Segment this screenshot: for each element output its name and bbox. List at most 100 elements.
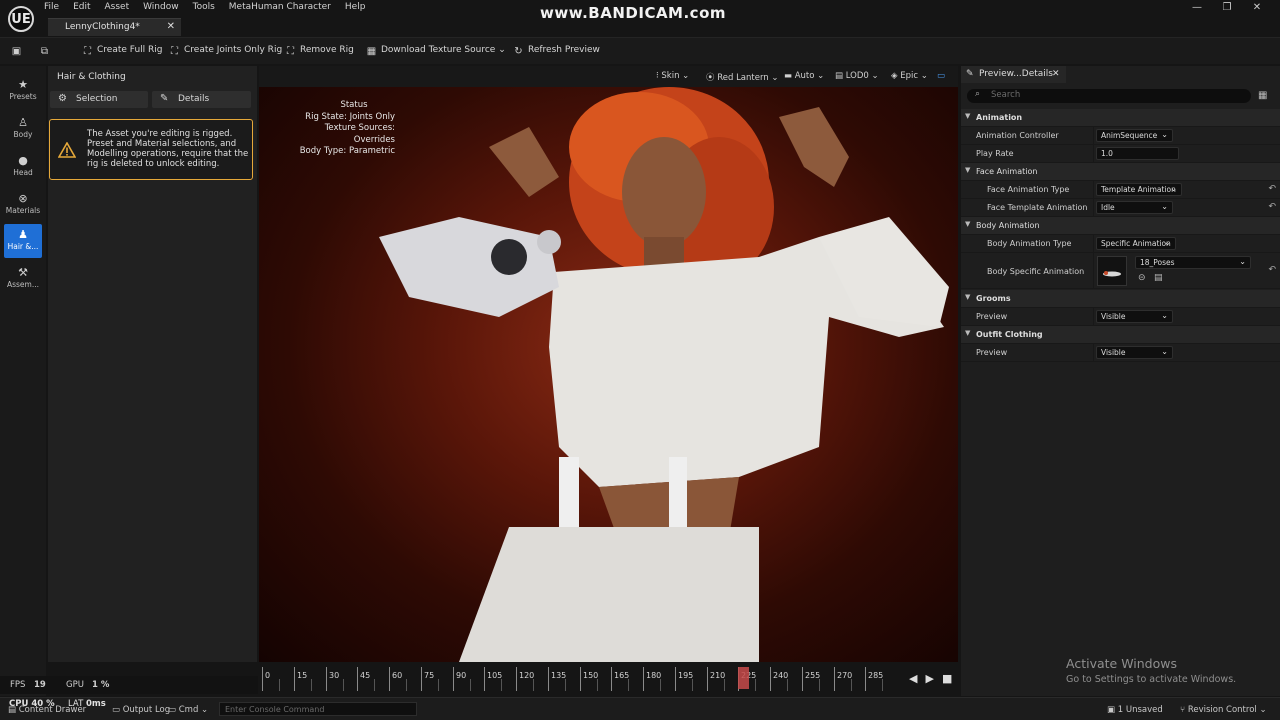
rail-label-body: Body bbox=[13, 130, 33, 139]
close-window-icon[interactable]: ✕ bbox=[1242, 0, 1272, 16]
timeline-playhead[interactable] bbox=[738, 667, 749, 689]
timeline-tick-label: 255 bbox=[805, 671, 821, 680]
menu-edit[interactable]: Edit bbox=[73, 2, 90, 12]
play-reverse-icon[interactable]: ◀ bbox=[909, 672, 917, 685]
section-grooms[interactable]: ▼ Grooms bbox=[961, 290, 1280, 308]
animation-controller-dropdown[interactable]: AnimSequence ⌄ bbox=[1096, 129, 1173, 142]
cmd-dropdown[interactable]: ▭ Cmd ⌄ bbox=[168, 705, 208, 715]
face-template-animation-dropdown[interactable]: Idle ⌄ bbox=[1096, 201, 1173, 214]
hair-clothing-icon: ♟ bbox=[18, 228, 28, 241]
chevron-down-icon: ⌄ bbox=[1170, 184, 1177, 193]
section-animation-label: Animation bbox=[976, 113, 1023, 122]
chevron-down-icon: ⌄ bbox=[1161, 202, 1168, 211]
main-menu: File Edit Asset Window Tools MetaHuman C… bbox=[44, 2, 379, 12]
texture-sources-text: Texture Sources: Overrides bbox=[324, 123, 395, 145]
rail-item-head[interactable]: ● Head bbox=[4, 150, 42, 184]
close-tab-icon[interactable]: ✕ bbox=[167, 21, 175, 32]
view-options-icon[interactable]: ▦ bbox=[1258, 90, 1270, 102]
reset-icon[interactable]: ↶ bbox=[1268, 202, 1276, 212]
search-icon: ⌕ bbox=[975, 89, 981, 99]
skin-dropdown[interactable]: ⁝ Skin ⌄ bbox=[656, 71, 689, 81]
activate-windows-title: Activate Windows bbox=[1066, 656, 1177, 671]
rail-item-presets[interactable]: ★ Presets bbox=[4, 74, 42, 108]
timeline-tick-label: 0 bbox=[265, 671, 271, 680]
browse-asset-icon[interactable]: ▤ bbox=[1154, 273, 1163, 283]
section-outfit-clothing[interactable]: ▼ Outfit Clothing bbox=[961, 326, 1280, 344]
timeline-tick: 60 bbox=[389, 667, 407, 691]
console-input[interactable]: Enter Console Command bbox=[219, 702, 417, 716]
timeline-minor-tick bbox=[565, 679, 566, 691]
rail-item-materials[interactable]: ⊗ Materials bbox=[4, 188, 42, 222]
stop-icon[interactable]: ■ bbox=[942, 672, 952, 685]
timeline-minor-tick bbox=[597, 679, 598, 691]
section-body-animation[interactable]: ▼ Body Animation bbox=[961, 217, 1280, 235]
details-tab[interactable]: ✎ Preview...Details ✕ bbox=[961, 66, 1066, 83]
face-animation-type-dropdown[interactable]: Template Animation ⌄ bbox=[1096, 183, 1182, 196]
download-texture-source-button[interactable]: ▦ Download Texture Source ⌄ bbox=[366, 45, 506, 57]
unreal-logo[interactable]: UE bbox=[8, 6, 34, 32]
create-full-rig-button[interactable]: ⛶ Create Full Rig bbox=[82, 45, 162, 57]
output-log-button[interactable]: ▭ Output Log bbox=[112, 705, 170, 715]
viewport-options-icon[interactable]: ▭ bbox=[937, 71, 945, 81]
character-viewport[interactable]: Status Rig State: Joints Only Texture So… bbox=[259, 87, 958, 662]
timeline-tick: 270 bbox=[834, 667, 852, 691]
body-animation-type-dropdown[interactable]: Specific Animation ⌄ bbox=[1096, 237, 1176, 250]
play-rate-input[interactable]: 1.0 bbox=[1096, 147, 1179, 160]
cpu-value: 40 % bbox=[31, 699, 55, 709]
unsaved-label: 1 Unsaved bbox=[1117, 705, 1163, 715]
browse-icon[interactable]: ⧉ bbox=[39, 45, 54, 57]
unsaved-indicator[interactable]: ▣ 1 Unsaved bbox=[1107, 705, 1163, 715]
rail-item-hair-clothing[interactable]: ♟ Hair &... bbox=[4, 224, 42, 258]
timeline-tick: 165 bbox=[611, 667, 629, 691]
rail-item-body[interactable]: ♙ Body bbox=[4, 112, 42, 146]
menu-window[interactable]: Window bbox=[143, 2, 179, 12]
timeline-tick: 180 bbox=[643, 667, 661, 691]
tab-details[interactable]: ✎ Details bbox=[152, 91, 251, 108]
maximize-icon[interactable]: ❐ bbox=[1212, 0, 1242, 16]
rigged-warning: The Asset you're editing is rigged. Pres… bbox=[49, 119, 253, 180]
menu-file[interactable]: File bbox=[44, 2, 59, 12]
tab-selection[interactable]: ⚙ Selection bbox=[50, 91, 148, 108]
outfit-preview-label: Preview bbox=[976, 348, 1008, 357]
grooms-preview-dropdown[interactable]: Visible ⌄ bbox=[1096, 310, 1173, 323]
menu-asset[interactable]: Asset bbox=[105, 2, 130, 12]
animation-timeline[interactable]: 0153045607590105120135150165180195210225… bbox=[259, 664, 958, 694]
minimize-icon[interactable]: — bbox=[1182, 0, 1212, 16]
menu-tools[interactable]: Tools bbox=[193, 2, 215, 12]
body-specific-animation-dropdown[interactable]: 18_Poses ⌄ bbox=[1135, 256, 1251, 269]
menu-metahuman-character[interactable]: MetaHuman Character bbox=[229, 2, 331, 12]
use-selected-asset-icon[interactable]: ⊝ bbox=[1138, 273, 1146, 283]
animation-thumbnail[interactable] bbox=[1097, 256, 1127, 286]
timeline-tick-label: 240 bbox=[773, 671, 789, 680]
timeline-tick: 0 bbox=[262, 667, 280, 691]
timeline-minor-tick bbox=[755, 679, 756, 691]
save-icon[interactable]: ▣ bbox=[11, 45, 26, 57]
revision-control-button[interactable]: ⑂ Revision Control ⌄ bbox=[1180, 705, 1267, 715]
details-search[interactable]: ⌕ Search bbox=[967, 89, 1251, 103]
remove-rig-button[interactable]: ⛶ Remove Rig bbox=[285, 45, 354, 57]
create-joints-only-rig-button[interactable]: ⛶ Create Joints Only Rig bbox=[169, 45, 282, 57]
menu-help[interactable]: Help bbox=[345, 2, 366, 12]
close-details-icon[interactable]: ✕ bbox=[1052, 69, 1060, 79]
timeline-tick-label: 180 bbox=[646, 671, 662, 680]
refresh-preview-button[interactable]: ↻ Refresh Preview bbox=[513, 45, 600, 57]
auto-dropdown[interactable]: ▬ Auto ⌄ bbox=[784, 71, 824, 81]
reset-icon[interactable]: ↶ bbox=[1268, 184, 1276, 194]
outfit-preview-dropdown[interactable]: Visible ⌄ bbox=[1096, 346, 1173, 359]
timeline-tick-label: 195 bbox=[678, 671, 694, 680]
document-tab[interactable]: LennyClothing4* ✕ bbox=[48, 18, 181, 36]
play-icon[interactable]: ▶ bbox=[925, 672, 933, 685]
lod-dropdown[interactable]: ▤ LOD0 ⌄ bbox=[835, 71, 879, 81]
quality-dropdown[interactable]: ◈ Epic ⌄ bbox=[891, 71, 928, 81]
timeline-tick-label: 90 bbox=[456, 671, 467, 680]
section-face-animation[interactable]: ▼ Face Animation bbox=[961, 163, 1280, 181]
timeline-tick-label: 45 bbox=[360, 671, 371, 680]
section-animation[interactable]: ▼ Animation bbox=[961, 109, 1280, 127]
status-overlay: Status Rig State: Joints Only Texture So… bbox=[283, 100, 395, 158]
timeline-ruler[interactable]: 0153045607590105120135150165180195210225… bbox=[262, 667, 897, 691]
play-rate-label: Play Rate bbox=[976, 149, 1014, 158]
reset-icon[interactable]: ↶ bbox=[1268, 265, 1276, 275]
revision-control-label: Revision Control bbox=[1187, 705, 1257, 715]
rail-item-assembly[interactable]: ⚒ Assem... bbox=[4, 262, 42, 296]
lighting-dropdown[interactable]: ⦿ Red Lantern ⌄ bbox=[706, 71, 779, 83]
